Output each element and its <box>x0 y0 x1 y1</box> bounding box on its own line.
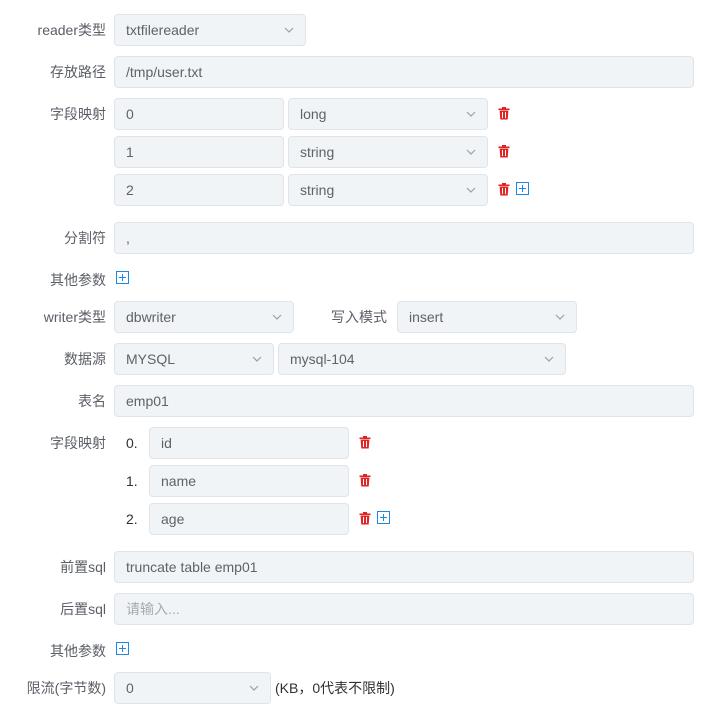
writer-type-value: dbwriter <box>126 309 176 325</box>
reader-mapping-index-value: 2 <box>126 182 134 198</box>
chevron-down-icon <box>283 24 295 36</box>
writer-post-sql-placeholder: 请输入... <box>126 601 180 617</box>
reader-mapping-index-input[interactable]: 0 <box>114 98 284 130</box>
writer-pre-sql-label: 前置sql <box>60 559 106 575</box>
writer-mode-select[interactable]: insert <box>397 301 577 333</box>
writer-table-input[interactable]: emp01 <box>114 385 694 417</box>
plus-square-icon[interactable] <box>116 271 129 284</box>
chevron-down-icon <box>554 311 566 323</box>
trash-icon[interactable] <box>498 107 510 120</box>
reader-mapping-type-value: long <box>300 106 327 122</box>
reader-delimiter-value: , <box>126 230 130 246</box>
writer-db-type-value: MYSQL <box>126 351 176 367</box>
reader-mapping-type-value: string <box>300 144 335 160</box>
writer-type-label: writer类型 <box>43 309 106 325</box>
chevron-down-icon <box>465 184 477 196</box>
writer-column-value: name <box>161 473 197 489</box>
column-index: 1. <box>126 473 138 489</box>
reader-mapping-index-input[interactable]: 1 <box>114 136 284 168</box>
reader-mapping-type-value: string <box>300 182 335 198</box>
reader-other-params-label: 其他参数 <box>50 272 106 288</box>
writer-mapping-label: 字段映射 <box>50 435 106 451</box>
writer-table-value: emp01 <box>126 393 169 409</box>
chevron-down-icon <box>543 353 555 365</box>
throttle-label: 限流(字节数) <box>26 680 106 696</box>
throttle-select[interactable]: 0 <box>114 672 271 704</box>
reader-mapping-type-select[interactable]: string <box>288 174 488 206</box>
plus-square-icon[interactable] <box>116 642 129 655</box>
chevron-down-icon <box>465 108 477 120</box>
trash-icon[interactable] <box>359 436 371 449</box>
writer-column-input[interactable]: age <box>149 503 349 535</box>
writer-column-input[interactable]: name <box>149 465 349 497</box>
writer-type-select[interactable]: dbwriter <box>114 301 294 333</box>
writer-mode-label: 写入模式 <box>331 309 387 325</box>
reader-mapping-type-select[interactable]: string <box>288 136 488 168</box>
writer-other-params-label: 其他参数 <box>50 643 106 659</box>
trash-icon[interactable] <box>359 474 371 487</box>
writer-pre-sql-input[interactable]: truncate table emp01 <box>114 551 694 583</box>
reader-mapping-index-value: 1 <box>126 144 134 160</box>
writer-post-sql-label: 后置sql <box>60 601 106 617</box>
writer-datasource-select[interactable]: mysql-104 <box>278 343 566 375</box>
writer-datasource-label: 数据源 <box>64 351 106 367</box>
reader-path-value: /tmp/user.txt <box>126 64 203 80</box>
chevron-down-icon <box>465 146 477 158</box>
writer-datasource-value: mysql-104 <box>290 351 355 367</box>
reader-mapping-label: 字段映射 <box>50 106 106 122</box>
reader-mapping-index-input[interactable]: 2 <box>114 174 284 206</box>
chevron-down-icon <box>251 353 263 365</box>
writer-table-label: 表名 <box>78 393 106 409</box>
writer-post-sql-input[interactable]: 请输入... <box>114 593 694 625</box>
chevron-down-icon <box>271 311 283 323</box>
reader-path-label: 存放路径 <box>50 64 106 80</box>
reader-type-label: reader类型 <box>37 22 106 38</box>
reader-mapping-type-select[interactable]: long <box>288 98 488 130</box>
chevron-down-icon <box>248 682 260 694</box>
reader-mapping-index-value: 0 <box>126 106 134 122</box>
writer-column-input[interactable]: id <box>149 427 349 459</box>
throttle-note: (KB，0代表不限制) <box>275 680 395 696</box>
column-index: 2. <box>126 511 138 527</box>
throttle-value: 0 <box>126 680 134 696</box>
reader-path-input[interactable]: /tmp/user.txt <box>114 56 694 88</box>
writer-column-value: id <box>161 435 172 451</box>
writer-mode-value: insert <box>409 309 444 325</box>
writer-column-value: age <box>161 511 185 527</box>
trash-icon[interactable] <box>359 512 371 525</box>
reader-type-value: txtfilereader <box>126 22 200 38</box>
column-index: 0. <box>126 435 138 451</box>
writer-db-type-select[interactable]: MYSQL <box>114 343 274 375</box>
trash-icon[interactable] <box>498 145 510 158</box>
trash-icon[interactable] <box>498 183 510 196</box>
reader-delimiter-label: 分割符 <box>64 230 106 246</box>
reader-delimiter-input[interactable]: , <box>114 222 694 254</box>
reader-type-select[interactable]: txtfilereader <box>114 14 306 46</box>
writer-pre-sql-value: truncate table emp01 <box>126 559 258 575</box>
plus-square-icon[interactable] <box>377 511 390 524</box>
plus-square-icon[interactable] <box>516 182 529 195</box>
